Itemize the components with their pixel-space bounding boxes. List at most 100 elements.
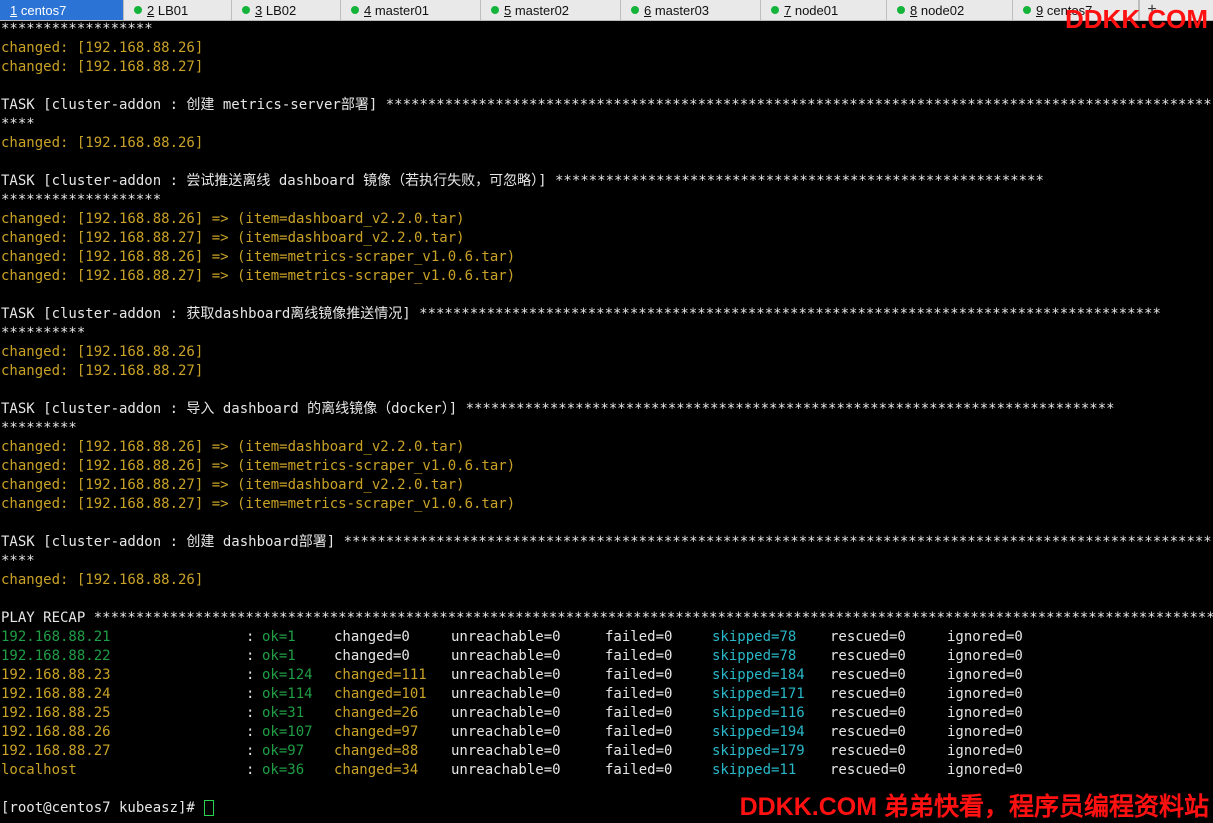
recap-separator: : xyxy=(246,705,255,721)
connected-status-icon xyxy=(134,6,142,14)
recap-rescued: rescued=0 xyxy=(830,762,906,778)
tab-label: 4 master01 xyxy=(364,3,429,18)
recap-host: localhost xyxy=(1,762,77,778)
recap-host: 192.168.88.22 xyxy=(1,648,111,664)
recap-failed: failed=0 xyxy=(605,686,673,702)
recap-separator: : xyxy=(246,648,255,664)
terminal-line: ********* xyxy=(1,420,77,436)
recap-row: 192.168.88.27: ok=97 changed=88 unreachable… xyxy=(1,742,1213,761)
connected-status-icon xyxy=(897,6,905,14)
recap-separator: : xyxy=(246,762,255,778)
session-tab[interactable]: 6 master03 xyxy=(621,0,761,20)
recap-ignored: ignored=0 xyxy=(947,629,1023,645)
recap-row: 192.168.88.25: ok=31 changed=26 unreachable… xyxy=(1,704,1213,723)
cursor xyxy=(204,800,215,816)
terminal-line: changed: [192.168.88.26] => (item=dashbo… xyxy=(1,211,465,227)
terminal-line: changed: [192.168.88.27] xyxy=(1,59,204,75)
tab-title: centos7 xyxy=(17,2,67,18)
recap-skipped: skipped=78 xyxy=(712,629,797,645)
recap-skipped: skipped=171 xyxy=(712,686,805,702)
recap-failed: failed=0 xyxy=(605,705,673,721)
recap-row: 192.168.88.21: ok=1 changed=0 unreachable=0… xyxy=(1,628,1213,647)
recap-rescued: rescued=0 xyxy=(830,705,906,721)
recap-rescued: rescued=0 xyxy=(830,648,906,664)
recap-ok: ok=97 xyxy=(262,743,305,759)
recap-skipped: skipped=194 xyxy=(712,724,805,740)
recap-failed: failed=0 xyxy=(605,743,673,759)
terminal-line: PLAY RECAP *****************************… xyxy=(1,610,1213,626)
recap-host: 192.168.88.24 xyxy=(1,686,111,702)
terminal-line: changed: [192.168.88.26] => (item=metric… xyxy=(1,249,516,265)
session-tab[interactable]: 3 LB02 xyxy=(232,0,341,20)
recap-changed: changed=26 xyxy=(334,705,419,721)
terminal-output: ****************** changed: [192.168.88.2… xyxy=(1,20,1213,628)
terminal-line: **** xyxy=(1,553,35,569)
recap-host: 192.168.88.23 xyxy=(1,667,111,683)
terminal-line: TASK [cluster-addon : 创建 metrics-server部… xyxy=(1,97,1212,113)
session-tab[interactable]: 5 master02 xyxy=(481,0,621,20)
tab-title: master01 xyxy=(371,2,430,18)
recap-row: 192.168.88.26: ok=107 changed=97 unreachabl… xyxy=(1,723,1213,742)
terminal-line: TASK [cluster-addon : 获取dashboard离线镜像推送情… xyxy=(1,306,1161,322)
terminal-line: ********** xyxy=(1,325,86,341)
connected-status-icon xyxy=(771,6,779,14)
terminal-line: changed: [192.168.88.27] => (item=dashbo… xyxy=(1,477,465,493)
recap-unreachable: unreachable=0 xyxy=(451,743,561,759)
play-recap-table: 192.168.88.21: ok=1 changed=0 unreachable=0… xyxy=(1,628,1213,780)
recap-ok: ok=36 xyxy=(262,762,305,778)
tab-label: 6 master03 xyxy=(644,3,709,18)
recap-unreachable: unreachable=0 xyxy=(451,762,561,778)
recap-row: 192.168.88.22: ok=1 changed=0 unreachable=0… xyxy=(1,647,1213,666)
session-tab[interactable]: 2 LB01 xyxy=(124,0,232,20)
terminal-line: changed: [192.168.88.26] xyxy=(1,40,204,56)
watermark-bottom: DDKK.COM 弟弟快看，程序员编程资料站 xyxy=(739,793,1209,821)
session-tab[interactable]: 8 node02 xyxy=(887,0,1013,20)
terminal-line: **** xyxy=(1,116,35,132)
recap-skipped: skipped=11 xyxy=(712,762,797,778)
recap-failed: failed=0 xyxy=(605,648,673,664)
tab-label: 7 node01 xyxy=(784,3,838,18)
recap-unreachable: unreachable=0 xyxy=(451,629,561,645)
connected-status-icon xyxy=(351,6,359,14)
recap-failed: failed=0 xyxy=(605,762,673,778)
terminal-line: TASK [cluster-addon : 尝试推送离线 dashboard 镜… xyxy=(1,173,1044,189)
recap-separator: : xyxy=(246,724,255,740)
recap-unreachable: unreachable=0 xyxy=(451,686,561,702)
tab-title: master02 xyxy=(511,2,570,18)
terminal-screen[interactable]: ****************** changed: [192.168.88.2… xyxy=(1,20,1213,821)
connected-status-icon xyxy=(1023,6,1031,14)
tab-label: 3 LB02 xyxy=(255,3,296,18)
recap-ignored: ignored=0 xyxy=(947,743,1023,759)
terminal-line: changed: [192.168.88.26] => (item=dashbo… xyxy=(1,439,465,455)
session-tab[interactable]: 1 centos7 xyxy=(0,0,124,20)
terminal-line: TASK [cluster-addon : 导入 dashboard 的离线镜像… xyxy=(1,401,1115,417)
recap-unreachable: unreachable=0 xyxy=(451,667,561,683)
connected-status-icon xyxy=(491,6,499,14)
recap-changed: changed=101 xyxy=(334,686,427,702)
recap-ignored: ignored=0 xyxy=(947,648,1023,664)
recap-rescued: rescued=0 xyxy=(830,667,906,683)
session-tab[interactable]: 7 node01 xyxy=(761,0,887,20)
recap-changed: changed=34 xyxy=(334,762,419,778)
terminal-line: changed: [192.168.88.27] xyxy=(1,363,204,379)
session-tab[interactable]: 4 master01 xyxy=(341,0,481,20)
terminal-line: changed: [192.168.88.26] xyxy=(1,344,204,360)
recap-ignored: ignored=0 xyxy=(947,686,1023,702)
terminal-line: ****************** xyxy=(1,21,153,37)
recap-host: 192.168.88.25 xyxy=(1,705,111,721)
recap-ok: ok=107 xyxy=(262,724,313,740)
recap-unreachable: unreachable=0 xyxy=(451,648,561,664)
recap-changed: changed=97 xyxy=(334,724,419,740)
terminal-line: changed: [192.168.88.26] xyxy=(1,572,204,588)
recap-ignored: ignored=0 xyxy=(947,762,1023,778)
tab-title: LB02 xyxy=(262,2,297,18)
recap-row: 192.168.88.24: ok=114 changed=101 unreachab… xyxy=(1,685,1213,704)
recap-host: 192.168.88.21 xyxy=(1,629,111,645)
recap-ok: ok=114 xyxy=(262,686,313,702)
terminal-line: changed: [192.168.88.27] => (item=metric… xyxy=(1,268,516,284)
recap-ok: ok=1 xyxy=(262,648,296,664)
